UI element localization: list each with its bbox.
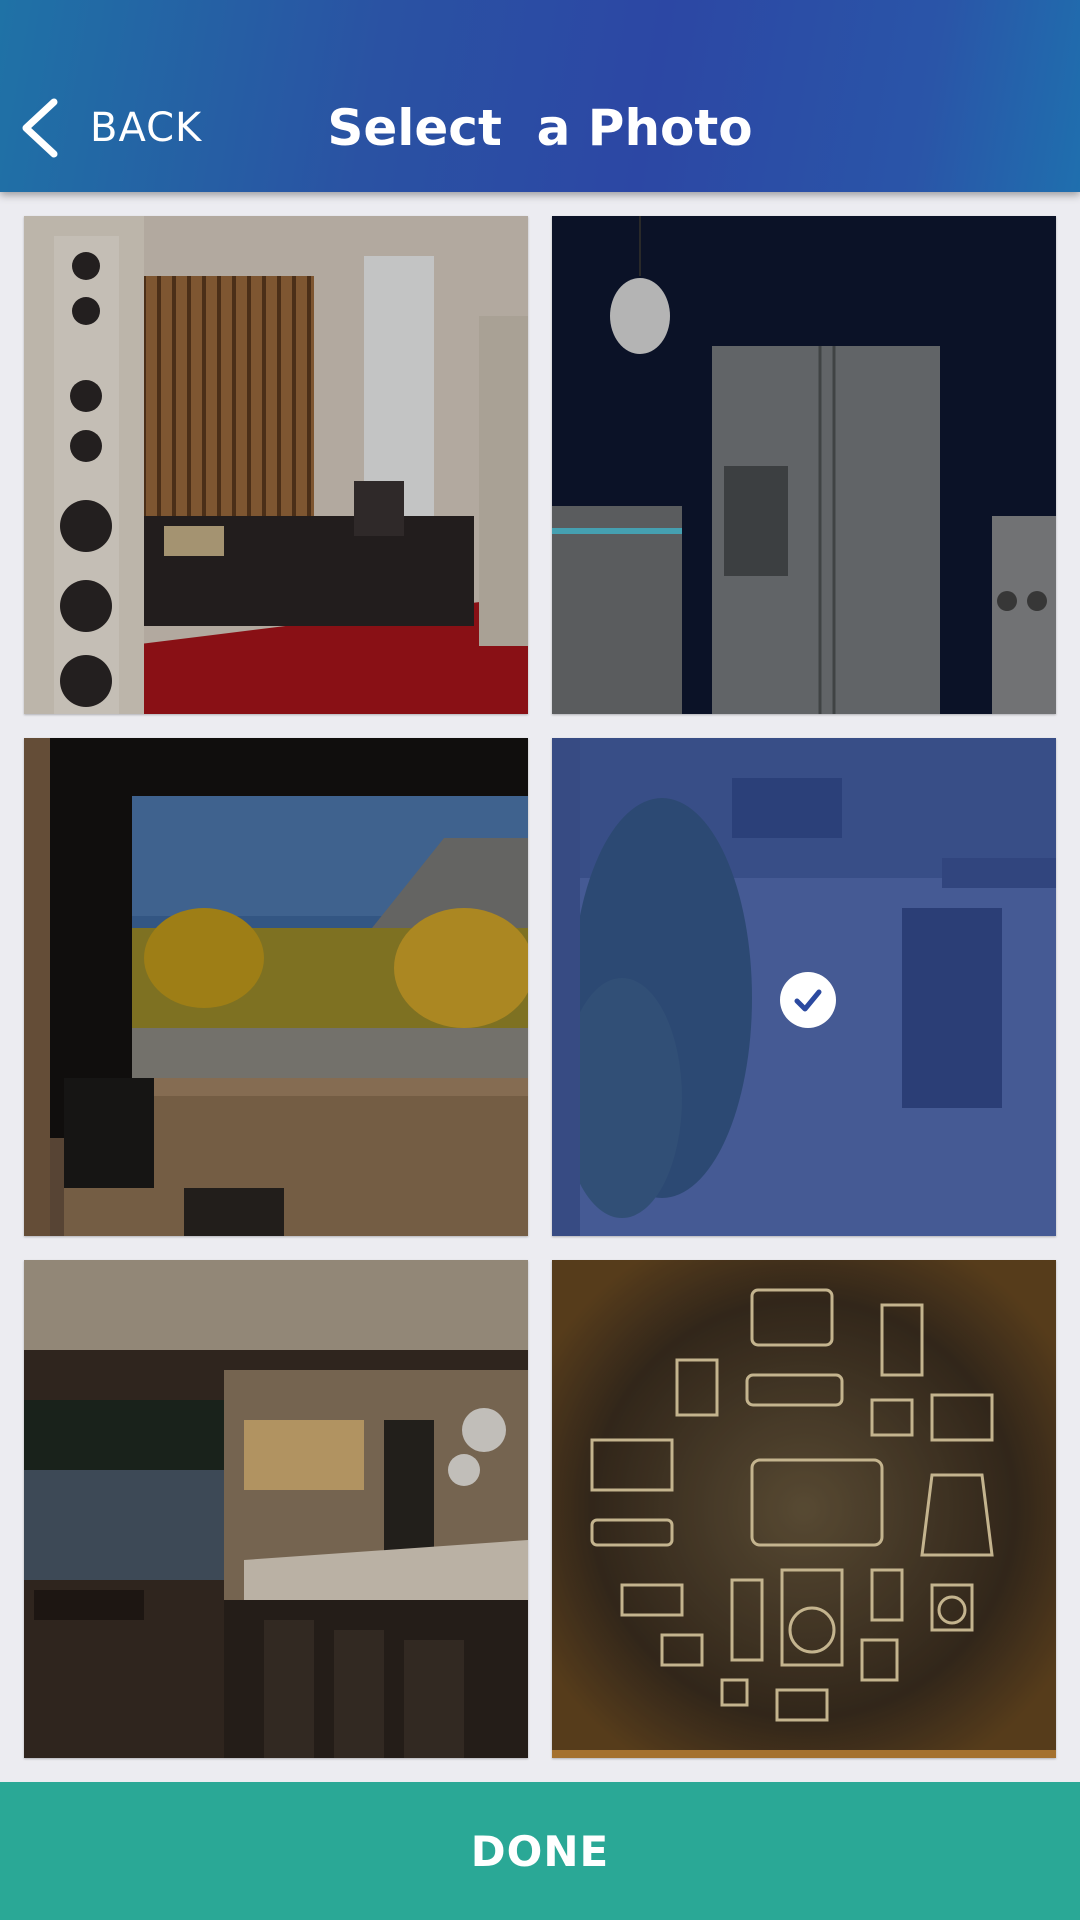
photo-tile-appliance-icons[interactable] — [552, 1260, 1056, 1758]
photo-tile-refrigerators[interactable] — [552, 216, 1056, 714]
page-title: Select a Photo — [327, 99, 753, 157]
photo-tile-hifi-room[interactable] — [24, 216, 528, 714]
photo-tile-kitchen[interactable] — [24, 1260, 528, 1758]
done-button[interactable]: DONE — [0, 1782, 1080, 1920]
top-app-bar: BACK Select a Photo — [0, 0, 1080, 192]
checkmark-icon — [780, 972, 836, 1028]
photo-tile-home-theater[interactable] — [24, 738, 528, 1236]
photo-tile-patio[interactable] — [552, 738, 1056, 1236]
